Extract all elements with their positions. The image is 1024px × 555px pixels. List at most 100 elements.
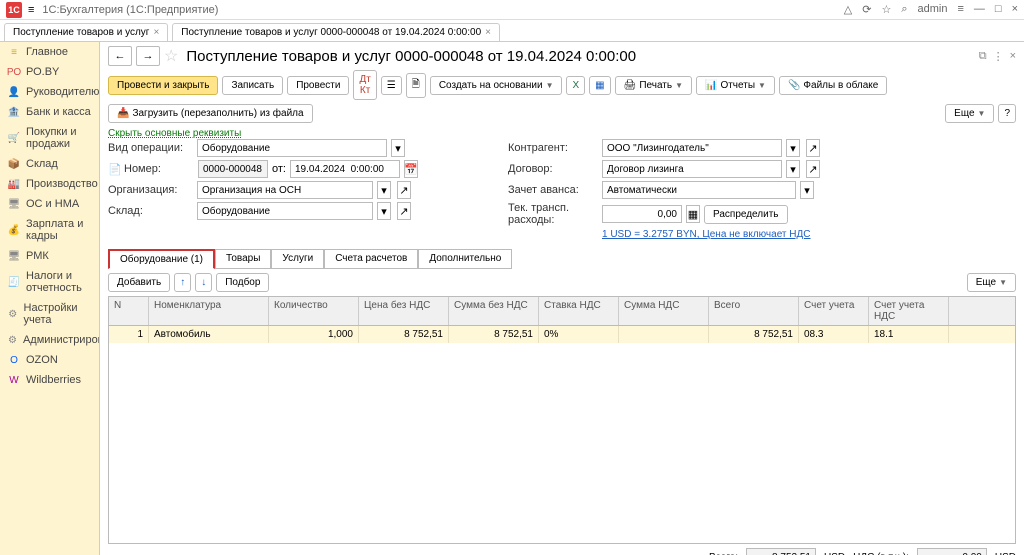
currency-link[interactable]: 1 USD = 3.2757 BYN, Цена не включает НДС (602, 229, 811, 240)
sidebar-item[interactable]: ≡Главное (0, 42, 99, 62)
file-tab-2[interactable]: Поступление товаров и услуг 0000-000048 … (172, 23, 500, 41)
sidebar-item[interactable]: ⚙Настройки учета (0, 298, 99, 330)
sidebar-item[interactable]: 🏭Производство (0, 174, 99, 194)
column-header[interactable]: Ставка НДС (539, 297, 619, 325)
close-icon[interactable]: × (153, 27, 159, 38)
date-input[interactable] (290, 160, 400, 178)
org-input[interactable] (197, 181, 373, 199)
pick-button[interactable]: Подбор (216, 273, 269, 292)
bell-icon[interactable]: △ (844, 3, 852, 16)
column-header[interactable]: Сумма без НДС (449, 297, 539, 325)
dropdown-icon[interactable]: ▾ (377, 181, 391, 199)
more-grid-button[interactable]: Еще▼ (967, 273, 1016, 292)
open-icon[interactable]: ↗ (806, 139, 820, 157)
list-icon[interactable]: ☰ (381, 76, 402, 95)
calendar-icon[interactable]: 📅 (404, 160, 418, 178)
dt-kt-icon[interactable]: ДтКт (353, 70, 376, 100)
column-header[interactable]: Всего (709, 297, 799, 325)
sidebar-item[interactable]: 👤Руководителю (0, 82, 99, 102)
hide-main-props-link[interactable]: Скрыть основные реквизиты (108, 128, 241, 139)
sidebar-item[interactable]: 💰Зарплата и кадры (0, 214, 99, 246)
sidebar-item[interactable]: 🛒Покупки и продажи (0, 122, 99, 154)
sidebar-item[interactable]: 📦Склад (0, 154, 99, 174)
move-up-button[interactable]: ↑ (174, 273, 191, 292)
sidebar-item[interactable]: ⚙Администрирование (0, 330, 99, 350)
dropdown-icon[interactable]: ▾ (786, 139, 800, 157)
move-down-button[interactable]: ↓ (195, 273, 212, 292)
contract-input[interactable] (602, 160, 782, 178)
cell[interactable] (619, 326, 709, 343)
file-tab-1[interactable]: Поступление товаров и услуг× (4, 23, 168, 41)
transport-input[interactable] (602, 205, 682, 223)
cell[interactable]: 1,000 (269, 326, 359, 343)
print-icon-small[interactable]: 🗎 (406, 73, 426, 98)
cell[interactable]: 8 752,51 (709, 326, 799, 343)
dropdown-icon[interactable]: ▾ (391, 139, 405, 157)
column-header[interactable]: Цена без НДС (359, 297, 449, 325)
equalizer-icon[interactable]: ≡ (957, 3, 963, 16)
more-button[interactable]: Еще▼ (945, 104, 994, 123)
sidebar-item[interactable]: WWildberries (0, 370, 99, 390)
back-button[interactable]: ← (108, 46, 132, 66)
sidebar-item[interactable]: 🖥ОС и НМА (0, 194, 99, 214)
distribute-button[interactable]: Распределить (704, 205, 788, 224)
minimize-icon[interactable]: — (974, 3, 985, 16)
form-icon[interactable]: ▦ (589, 76, 610, 95)
post-button[interactable]: Провести (287, 76, 349, 95)
cell[interactable]: 8 752,51 (359, 326, 449, 343)
inner-tab[interactable]: Оборудование (1) (108, 249, 215, 269)
number-input[interactable] (198, 160, 268, 178)
cell[interactable]: 0% (539, 326, 619, 343)
close-window-icon[interactable]: × (1012, 3, 1018, 16)
cloud-files-button[interactable]: 📎 Файлы в облаке (779, 76, 887, 95)
sidebar-item[interactable]: OOZON (0, 350, 99, 370)
excel-icon[interactable]: X (566, 76, 585, 95)
maximize-icon[interactable]: □ (995, 3, 1002, 16)
dropdown-icon[interactable]: ▾ (377, 202, 391, 220)
open-icon[interactable]: ↗ (397, 181, 411, 199)
inner-tab[interactable]: Товары (215, 249, 271, 269)
print-button[interactable]: 🖨 Печать▼ (615, 76, 692, 95)
column-header[interactable]: N (109, 297, 149, 325)
user-label[interactable]: admin (918, 3, 948, 16)
cell[interactable]: 1 (109, 326, 149, 343)
warehouse-input[interactable] (197, 202, 373, 220)
calc-icon[interactable]: ▦ (686, 205, 700, 223)
add-button[interactable]: Добавить (108, 273, 170, 292)
history-icon[interactable]: ⟳ (862, 3, 871, 16)
sidebar-item[interactable]: 🏦Банк и касса (0, 102, 99, 122)
cell[interactable]: 18.1 (869, 326, 949, 343)
column-header[interactable]: Сумма НДС (619, 297, 709, 325)
inner-tab[interactable]: Услуги (271, 249, 324, 269)
sidebar-item[interactable]: 🧾Налоги и отчетность (0, 266, 99, 298)
close-doc-icon[interactable]: × (1010, 50, 1016, 63)
operation-type-input[interactable] (197, 139, 387, 157)
favorite-icon[interactable]: ☆ (164, 46, 178, 66)
sidebar-item[interactable]: РОРО.BY (0, 62, 99, 82)
close-icon[interactable]: × (485, 27, 491, 38)
cell[interactable]: Автомобиль (149, 326, 269, 343)
link-icon[interactable]: ⧉ (979, 50, 987, 63)
sidebar-item[interactable]: 🖥РМК (0, 246, 99, 266)
column-header[interactable]: Количество (269, 297, 359, 325)
inner-tab[interactable]: Дополнительно (418, 249, 512, 269)
more-icon[interactable]: ⋮ (993, 50, 1004, 63)
column-header[interactable]: Счет учета НДС (869, 297, 949, 325)
post-close-button[interactable]: Провести и закрыть (108, 76, 218, 95)
forward-button[interactable]: → (136, 46, 160, 66)
table-row[interactable]: 1Автомобиль1,0008 752,518 752,510%8 752,… (109, 326, 1015, 343)
open-icon[interactable]: ↗ (397, 202, 411, 220)
create-based-button[interactable]: Создать на основании▼ (430, 76, 563, 95)
star-icon[interactable]: ☆ (881, 3, 891, 16)
cell[interactable]: 8 752,51 (449, 326, 539, 343)
dropdown-icon[interactable]: ▾ (786, 160, 800, 178)
inner-tab[interactable]: Счета расчетов (324, 249, 418, 269)
search-icon[interactable]: ⌕ (901, 3, 907, 16)
advance-input[interactable] (602, 181, 796, 199)
column-header[interactable]: Счет учета (799, 297, 869, 325)
open-icon[interactable]: ↗ (806, 160, 820, 178)
save-button[interactable]: Записать (222, 76, 283, 95)
reports-button[interactable]: 📊 Отчеты▼ (696, 76, 775, 95)
dropdown-icon[interactable]: ▾ (800, 181, 814, 199)
column-header[interactable]: Номенклатура (149, 297, 269, 325)
